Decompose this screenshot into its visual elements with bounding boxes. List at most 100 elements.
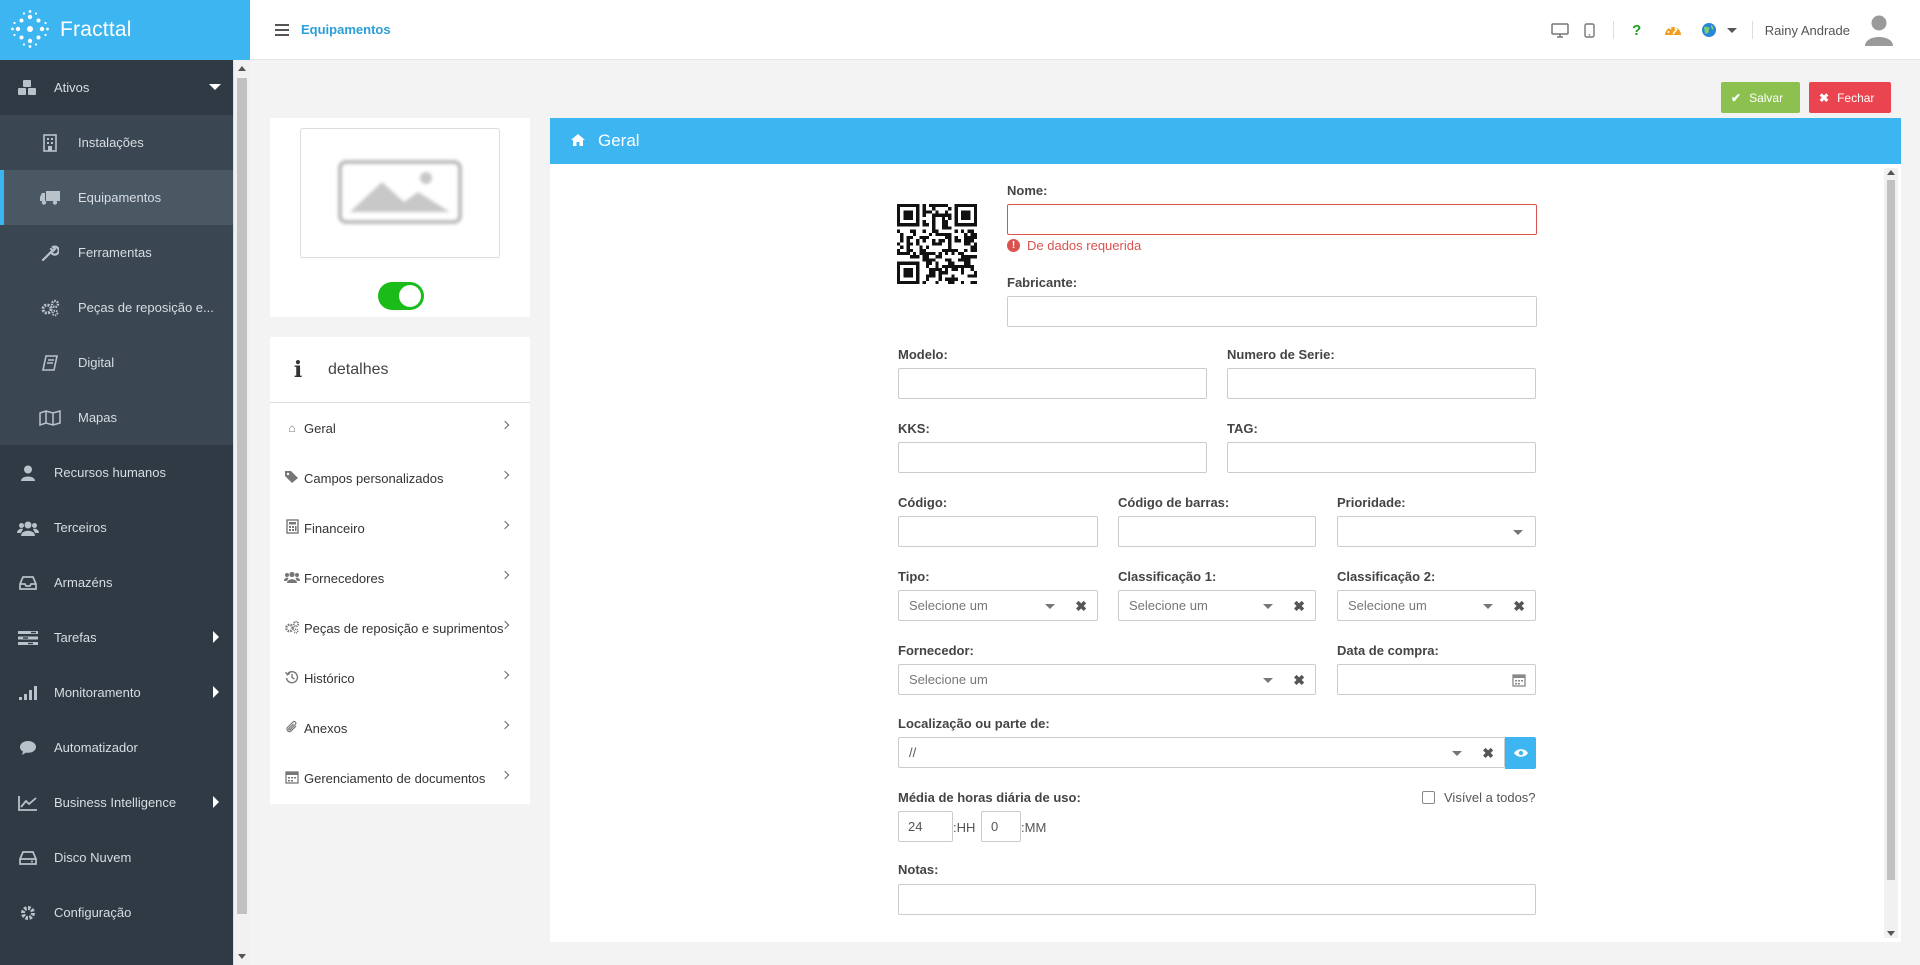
dashboard-icon[interactable]: [1662, 0, 1684, 60]
modelo-input[interactable]: [898, 368, 1207, 399]
chevron-right-icon: [500, 520, 510, 530]
sidebar-item-terceiros[interactable]: Terceiros: [0, 500, 233, 555]
modelo-label: Modelo:: [898, 347, 948, 362]
language-dropdown-icon[interactable]: [1724, 0, 1740, 60]
sidebar-item-recursos-humanos[interactable]: Recursos humanos: [0, 445, 233, 500]
sidebar-item-automatizador[interactable]: Automatizador: [0, 720, 233, 775]
numero-serie-input[interactable]: [1227, 368, 1536, 399]
chevron-right-icon: [500, 770, 510, 780]
details-item-financeiro[interactable]: Financeiro: [270, 503, 530, 553]
sidebar-item-armazens[interactable]: Armazéns: [0, 555, 233, 610]
details-item-anexos[interactable]: Anexos: [270, 703, 530, 753]
tag-input[interactable]: [1227, 442, 1536, 473]
sidebar-item-ferramentas[interactable]: Ferramentas: [0, 225, 233, 280]
gears-icon: [36, 299, 64, 317]
visivel-checkbox[interactable]: [1422, 791, 1435, 804]
sidebar-item-tarefas[interactable]: Tarefas: [0, 610, 233, 665]
kks-input[interactable]: [898, 442, 1207, 473]
save-button[interactable]: ✔ Salvar: [1721, 82, 1800, 113]
tipo-value: Selecione um: [909, 598, 988, 613]
toolbar-divider: [1751, 21, 1753, 39]
clear-icon[interactable]: ✖: [1513, 598, 1525, 615]
chevron-down-icon: [1263, 678, 1273, 683]
globe-icon[interactable]: [1698, 0, 1720, 60]
details-header: i detalhes: [270, 337, 530, 403]
numero-serie-label: Numero de Serie:: [1227, 347, 1335, 362]
scroll-down-icon[interactable]: [238, 954, 246, 959]
classificacao2-label: Classificação 2:: [1337, 569, 1436, 584]
sidebar-item-business-intelligence[interactable]: Business Intelligence: [0, 775, 233, 830]
book-icon: [36, 354, 64, 371]
brand-logo[interactable]: Fracttal: [0, 0, 250, 60]
details-item-historico[interactable]: Histórico: [270, 653, 530, 703]
sidebar-item-equipamentos[interactable]: Equipamentos: [0, 170, 233, 225]
fabricante-input[interactable]: [1007, 296, 1537, 327]
clear-icon[interactable]: ✖: [1482, 745, 1494, 762]
sidebar-item-mapas[interactable]: Mapas: [0, 390, 233, 445]
codigo-input[interactable]: [898, 516, 1098, 547]
notas-input[interactable]: [898, 884, 1536, 915]
user-name[interactable]: Rainy Andrade: [1765, 23, 1850, 38]
sidebar-item-label: Configuração: [54, 905, 132, 920]
sidebar-item-label: Recursos humanos: [54, 465, 166, 480]
active-toggle[interactable]: [378, 282, 424, 310]
building-icon: [36, 133, 64, 152]
clear-icon[interactable]: ✖: [1293, 598, 1305, 615]
minutes-input[interactable]: 0: [981, 811, 1021, 842]
classificacao1-select[interactable]: Selecione um ✖: [1118, 590, 1316, 621]
sidebar-item-digital[interactable]: Digital: [0, 335, 233, 390]
classificacao2-select[interactable]: Selecione um ✖: [1337, 590, 1536, 621]
sidebar-item-label: Terceiros: [54, 520, 107, 535]
details-item-fornecedores[interactable]: Fornecedores: [270, 553, 530, 603]
calendar-icon[interactable]: [1512, 673, 1526, 690]
visivel-label: Visível a todos?: [1444, 790, 1536, 805]
brand-name: Fracttal: [60, 18, 132, 41]
qr-code[interactable]: [897, 204, 977, 284]
codigo-barras-input[interactable]: [1118, 516, 1316, 547]
sidebar-item-label: Ativos: [54, 80, 90, 95]
info-icon: i: [293, 356, 303, 383]
close-button[interactable]: ✖ Fechar: [1809, 82, 1891, 113]
equipment-photo[interactable]: [300, 128, 500, 258]
sidebar-item-disco-nuvem[interactable]: Disco Nuvem: [0, 830, 233, 885]
tipo-select[interactable]: Selecione um ✖: [898, 590, 1098, 621]
scroll-up-icon[interactable]: [1887, 170, 1895, 175]
details-item-pecas[interactable]: Peças de reposição e suprimentos: [270, 603, 530, 653]
details-item-campos-personalizados[interactable]: Campos personalizados: [270, 453, 530, 503]
hours-input[interactable]: 24: [898, 811, 953, 842]
kks-label: KKS:: [898, 421, 930, 436]
desktop-icon[interactable]: [1549, 0, 1571, 60]
fornecedor-select[interactable]: Selecione um ✖: [898, 664, 1316, 695]
scroll-down-icon[interactable]: [1887, 931, 1895, 936]
clear-icon[interactable]: ✖: [1075, 598, 1087, 615]
localizacao-select[interactable]: // ✖: [898, 737, 1505, 768]
sidebar-item-instalacoes[interactable]: Instalações: [0, 115, 233, 170]
details-item-label: Fornecedores: [304, 570, 385, 586]
calendar-icon: [284, 770, 300, 787]
details-item-geral[interactable]: ⌂ Geral: [270, 403, 530, 453]
scrollbar-thumb[interactable]: [1887, 180, 1895, 880]
form-scrollbar[interactable]: [1884, 168, 1898, 938]
clear-icon[interactable]: ✖: [1293, 672, 1305, 689]
nome-input[interactable]: [1007, 204, 1537, 235]
sidebar-item-monitoramento[interactable]: Monitoramento: [0, 665, 233, 720]
tablet-icon[interactable]: [1579, 0, 1601, 60]
menu-toggle-icon[interactable]: [275, 23, 289, 36]
localizacao-label: Localização ou parte de:: [898, 716, 1050, 731]
sidebar-item-pecas[interactable]: Peças de reposição e...: [0, 280, 233, 335]
avatar[interactable]: [1862, 0, 1896, 60]
sidebar-item-label: Ferramentas: [78, 245, 152, 260]
sidebar-item-ativos[interactable]: Ativos: [0, 60, 233, 115]
sidebar-item-label: Monitoramento: [54, 685, 141, 700]
chevron-right-icon: [213, 631, 219, 643]
view-location-button[interactable]: [1505, 737, 1536, 769]
help-icon[interactable]: ?: [1626, 0, 1648, 60]
sidebar-item-configuracao[interactable]: Configuração: [0, 885, 233, 940]
prioridade-select[interactable]: [1337, 516, 1536, 547]
sidebar-scrollbar[interactable]: [233, 60, 250, 965]
minutes-unit: :MM: [1021, 820, 1047, 835]
data-compra-input[interactable]: [1337, 664, 1536, 695]
details-item-gerenciamento-documentos[interactable]: Gerenciamento de documentos: [270, 753, 530, 803]
scrollbar-thumb[interactable]: [237, 78, 247, 914]
scroll-up-icon[interactable]: [238, 66, 246, 71]
